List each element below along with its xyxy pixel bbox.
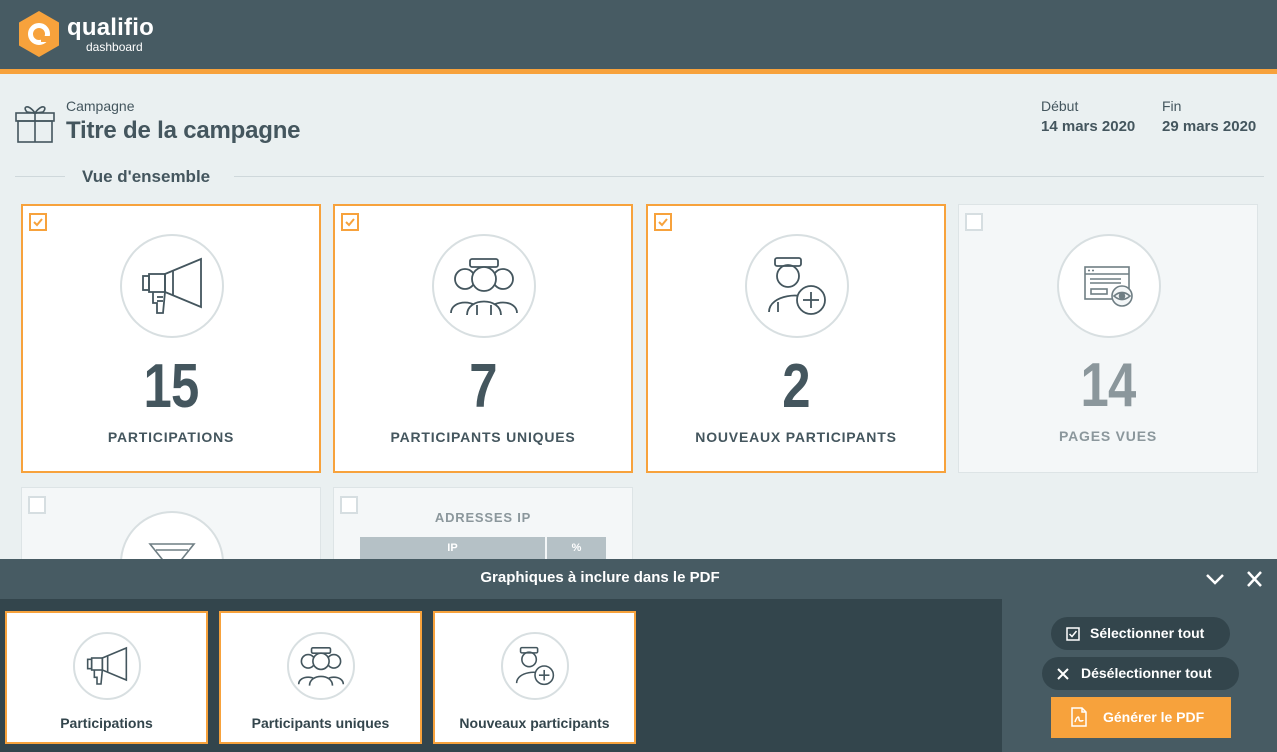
campaign-title: Titre de la campagne [66,117,301,144]
end-date-label: Fin [1162,98,1182,114]
section-divider [234,176,1264,177]
checkbox-icon [1066,627,1080,641]
pdf-item-unique-participants[interactable]: Participants uniques [219,611,422,744]
start-date: 14 mars 2020 [1041,118,1136,135]
pdf-item-label: Nouveaux participants [459,715,610,731]
card-checkbox[interactable] [28,496,46,514]
pdf-item-label: Participations [60,715,153,731]
chevron-down-icon[interactable] [1205,571,1225,587]
stat-label: NOUVEAUX PARTICIPANTS [695,429,897,445]
overview-section-title: Vue d'ensemble [80,167,213,187]
pdf-panel-header: Graphiques à inclure dans le PDF [0,559,1277,599]
stat-value: 2 [782,352,810,421]
card-checkbox[interactable] [29,213,47,231]
check-icon [33,218,43,227]
stat-label: PAGES VUES [1059,428,1157,444]
browser-eye-icon [1084,266,1133,307]
ip-card-title: ADRESSES IP [434,510,532,525]
generate-pdf-button[interactable]: Générer le PDF [1051,697,1231,738]
ip-column-header: IP [360,537,545,559]
close-icon[interactable] [1246,571,1263,587]
icon-badge [432,234,536,338]
pdf-item-participations[interactable]: Participations [5,611,208,744]
icon-badge [1057,234,1161,338]
section-divider [15,176,65,177]
pdf-file-icon [1071,707,1087,727]
icon-badge [745,234,849,338]
stat-value: 15 [143,352,200,421]
generate-pdf-label: Générer le PDF [1103,709,1205,725]
card-checkbox[interactable] [654,213,672,231]
check-icon [345,218,355,227]
megaphone-icon [142,257,202,314]
stat-value: 14 [1080,351,1137,420]
stat-label: PARTICIPATIONS [107,429,235,445]
campaign-label: Campagne [66,98,135,114]
card-checkbox[interactable] [341,213,359,231]
close-icon [1057,668,1069,680]
stat-card-participations[interactable]: 15 PARTICIPATIONS [21,204,321,473]
pdf-item-new-participants[interactable]: Nouveaux participants [433,611,636,744]
icon-badge [287,632,355,700]
users-icon [297,646,345,686]
pdf-panel-title: Graphiques à inclure dans le PDF [480,569,720,586]
stat-card-page-views[interactable]: 14 PAGES VUES [958,204,1258,473]
qualifio-logo-icon[interactable] [17,10,61,58]
pdf-item-label: Participants uniques [251,715,390,731]
icon-badge [501,632,569,700]
users-icon [450,258,518,316]
megaphone-icon [86,646,128,685]
stat-card-new-participants[interactable]: 2 NOUVEAUX PARTICIPANTS [646,204,946,473]
header-accent-line [0,69,1277,74]
brand-subtitle: dashboard [86,40,143,54]
end-date: 29 mars 2020 [1162,118,1257,135]
icon-badge [73,632,141,700]
select-all-label: Sélectionner tout [1090,625,1205,641]
user-add-icon [768,257,826,315]
stat-card-unique-participants[interactable]: 7 PARTICIPANTS UNIQUES [333,204,633,473]
gift-icon [15,106,55,143]
select-all-button[interactable]: Sélectionner tout [1051,617,1230,650]
stat-label: PARTICIPANTS UNIQUES [390,429,576,445]
brand-name: qualifio [67,14,154,41]
icon-badge [120,234,224,338]
check-icon [658,218,668,227]
deselect-all-label: Désélectionner tout [1081,665,1212,681]
deselect-all-button[interactable]: Désélectionner tout [1042,657,1239,690]
top-header: qualifio dashboard [0,0,1277,69]
card-checkbox[interactable] [965,213,983,231]
start-date-label: Début [1041,98,1079,114]
user-add-icon [515,646,555,686]
stat-value: 7 [469,352,497,421]
percent-column-header: % [547,537,606,559]
